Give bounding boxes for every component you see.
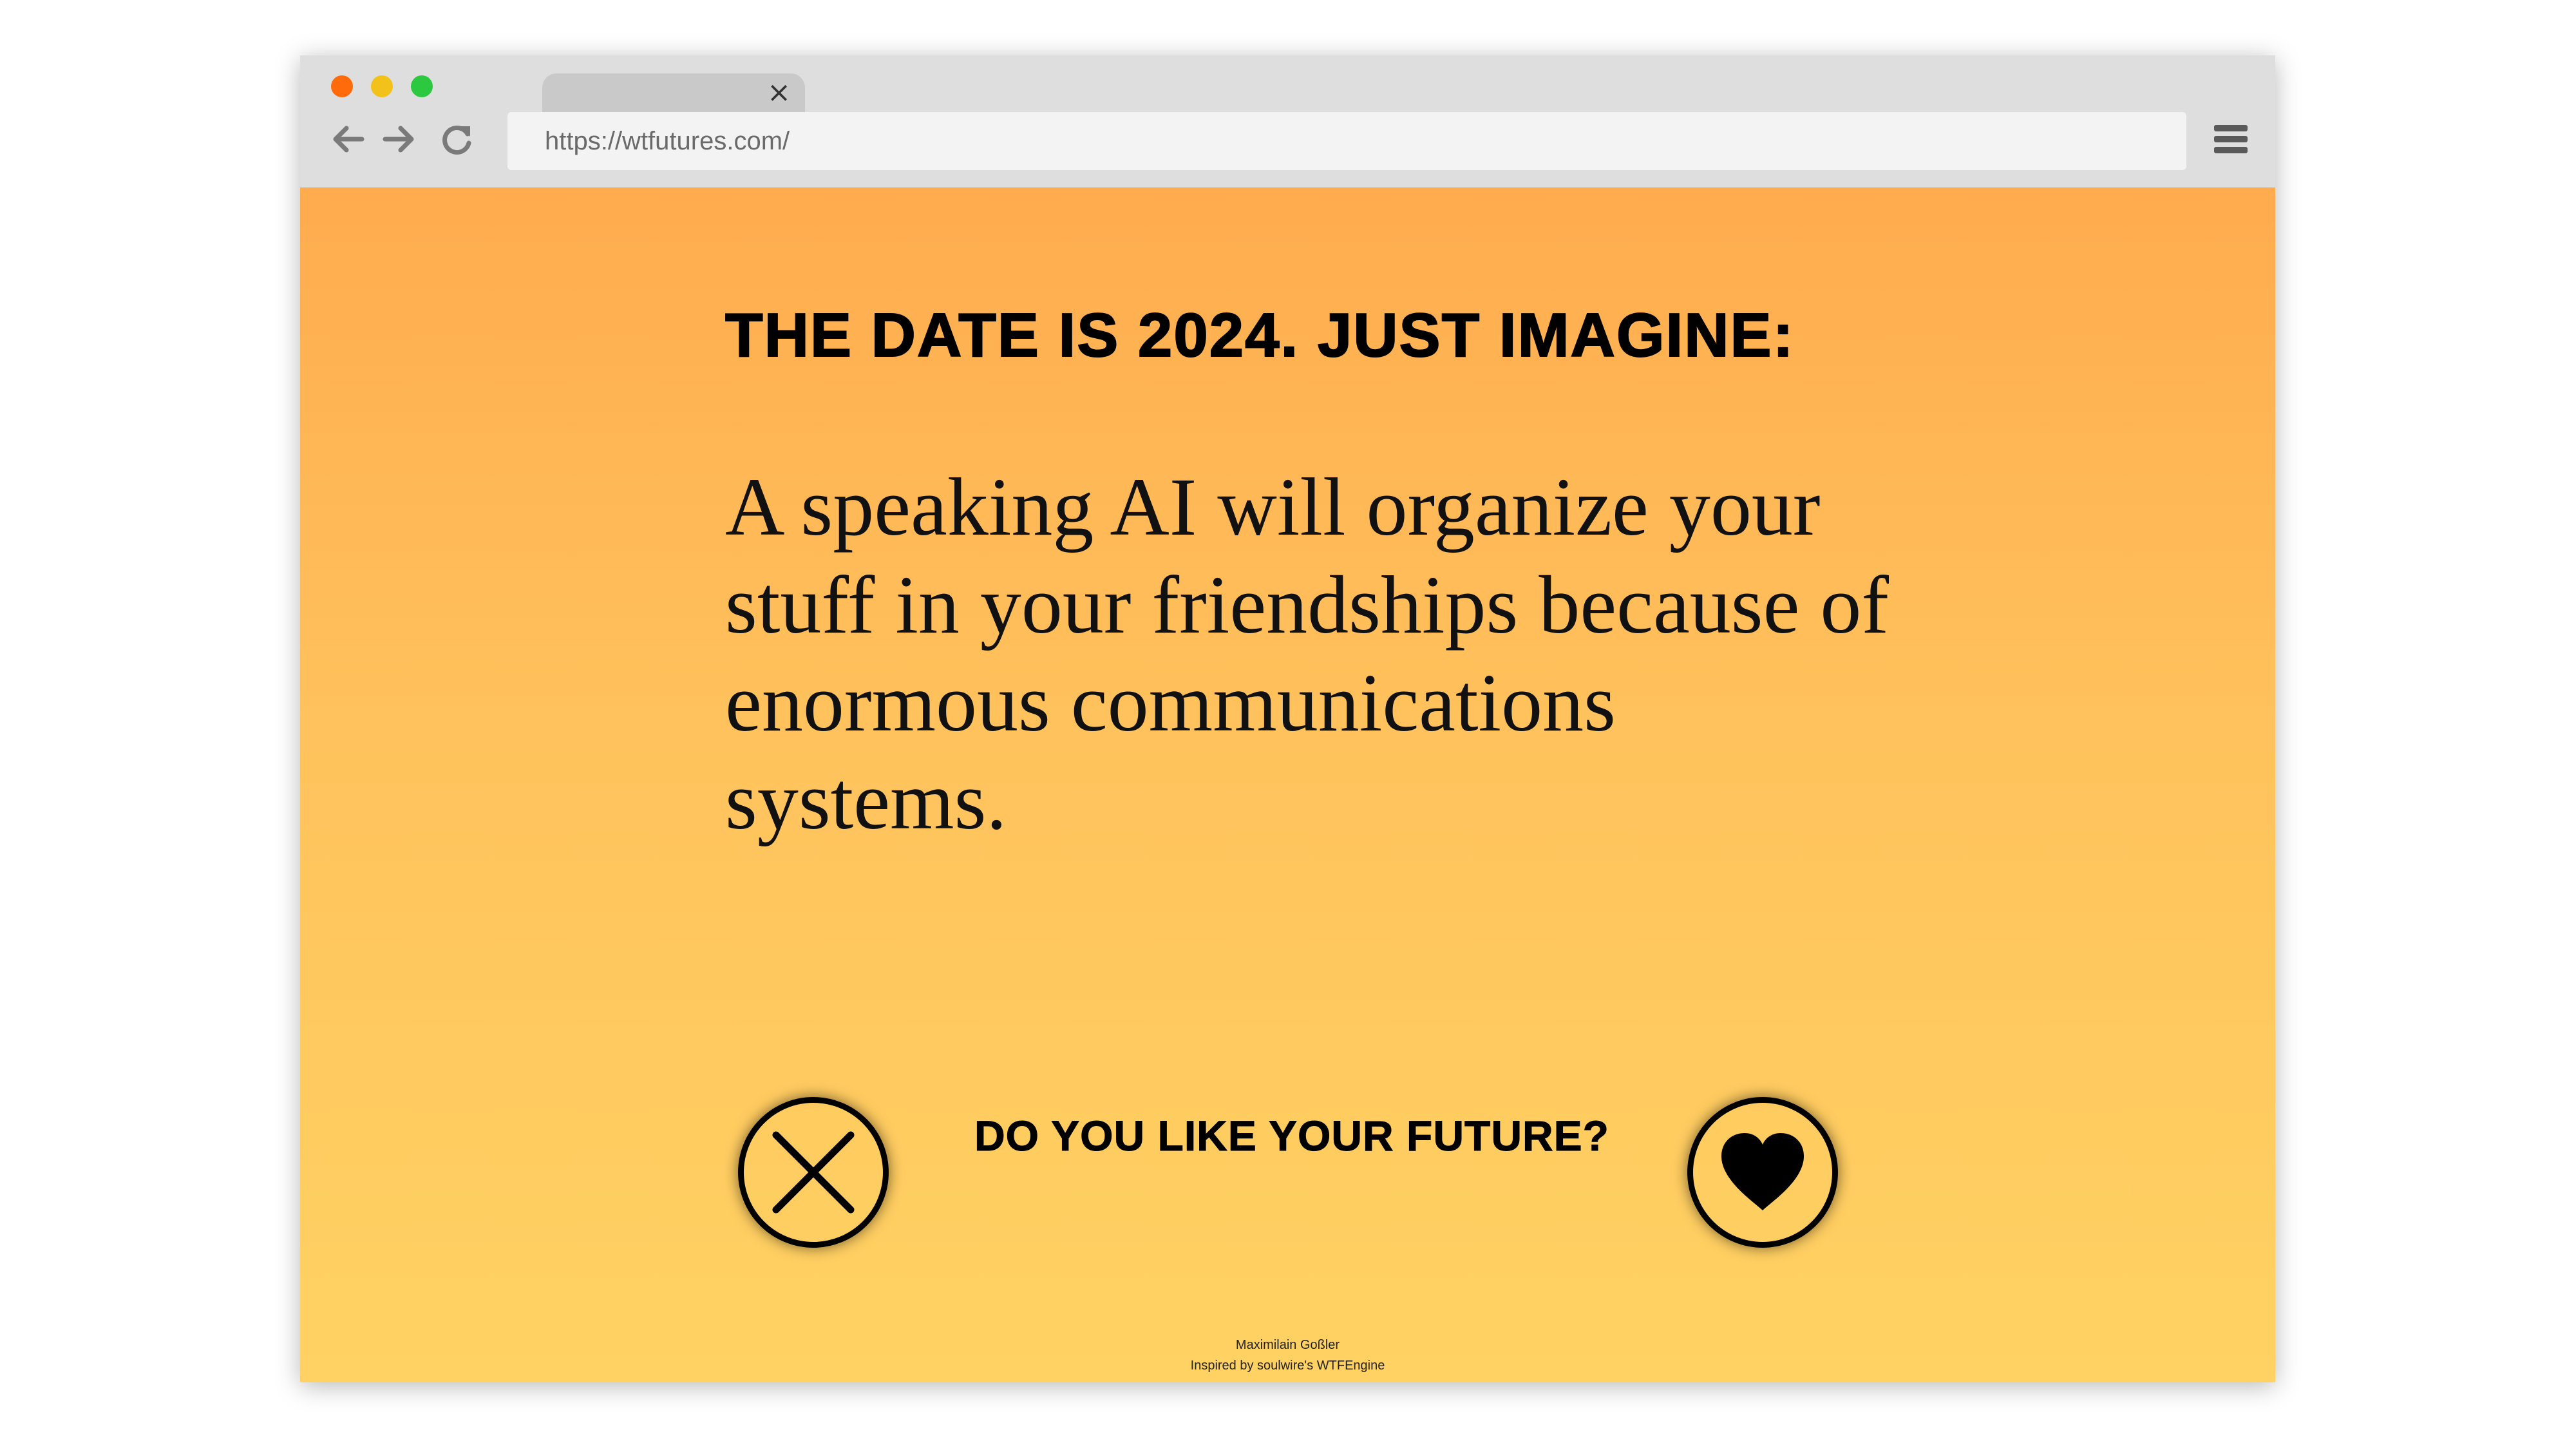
browser-toolbar: × https://wtfutures.com/ [300, 55, 2275, 187]
x-icon [772, 1131, 855, 1214]
back-arrow-icon [333, 126, 365, 153]
footer-author: Maximilain Goßler [1235, 1338, 1340, 1352]
reload-button[interactable] [438, 120, 477, 158]
page-footer: Maximilain Goßler Inspired by soulwire's… [300, 1335, 2275, 1376]
browser-window: × https://wtfutures.com/ THE DATE IS 202… [300, 55, 2275, 1382]
menu-button[interactable] [2211, 120, 2250, 158]
address-bar[interactable]: https://wtfutures.com/ [507, 112, 2186, 170]
dislike-button[interactable] [738, 1097, 889, 1248]
tab-close-icon[interactable]: × [767, 77, 791, 108]
future-statement: A speaking AI will organize your stuff i… [725, 461, 1889, 846]
close-window-button[interactable] [331, 75, 353, 97]
like-button[interactable] [1687, 1097, 1838, 1248]
url-text[interactable]: https://wtfutures.com/ [545, 112, 790, 170]
hamburger-menu-icon [2214, 125, 2248, 153]
page-headline: THE DATE IS 2024. JUST IMAGINE: [724, 300, 1795, 370]
reload-icon [442, 126, 471, 155]
forward-arrow-icon [383, 126, 414, 153]
footer-credit: Inspired by soulwire's WTFEngine [1190, 1359, 1385, 1373]
browser-tab[interactable]: × [542, 73, 805, 112]
maximize-window-button[interactable] [411, 75, 433, 97]
minimize-window-button[interactable] [371, 75, 393, 97]
heart-icon [1721, 1133, 1804, 1210]
back-button[interactable] [328, 120, 367, 158]
page-content: THE DATE IS 2024. JUST IMAGINE: A speaki… [300, 187, 2275, 1382]
forward-button[interactable] [380, 120, 419, 158]
future-question: DO YOU LIKE YOUR FUTURE? [974, 1112, 1609, 1160]
